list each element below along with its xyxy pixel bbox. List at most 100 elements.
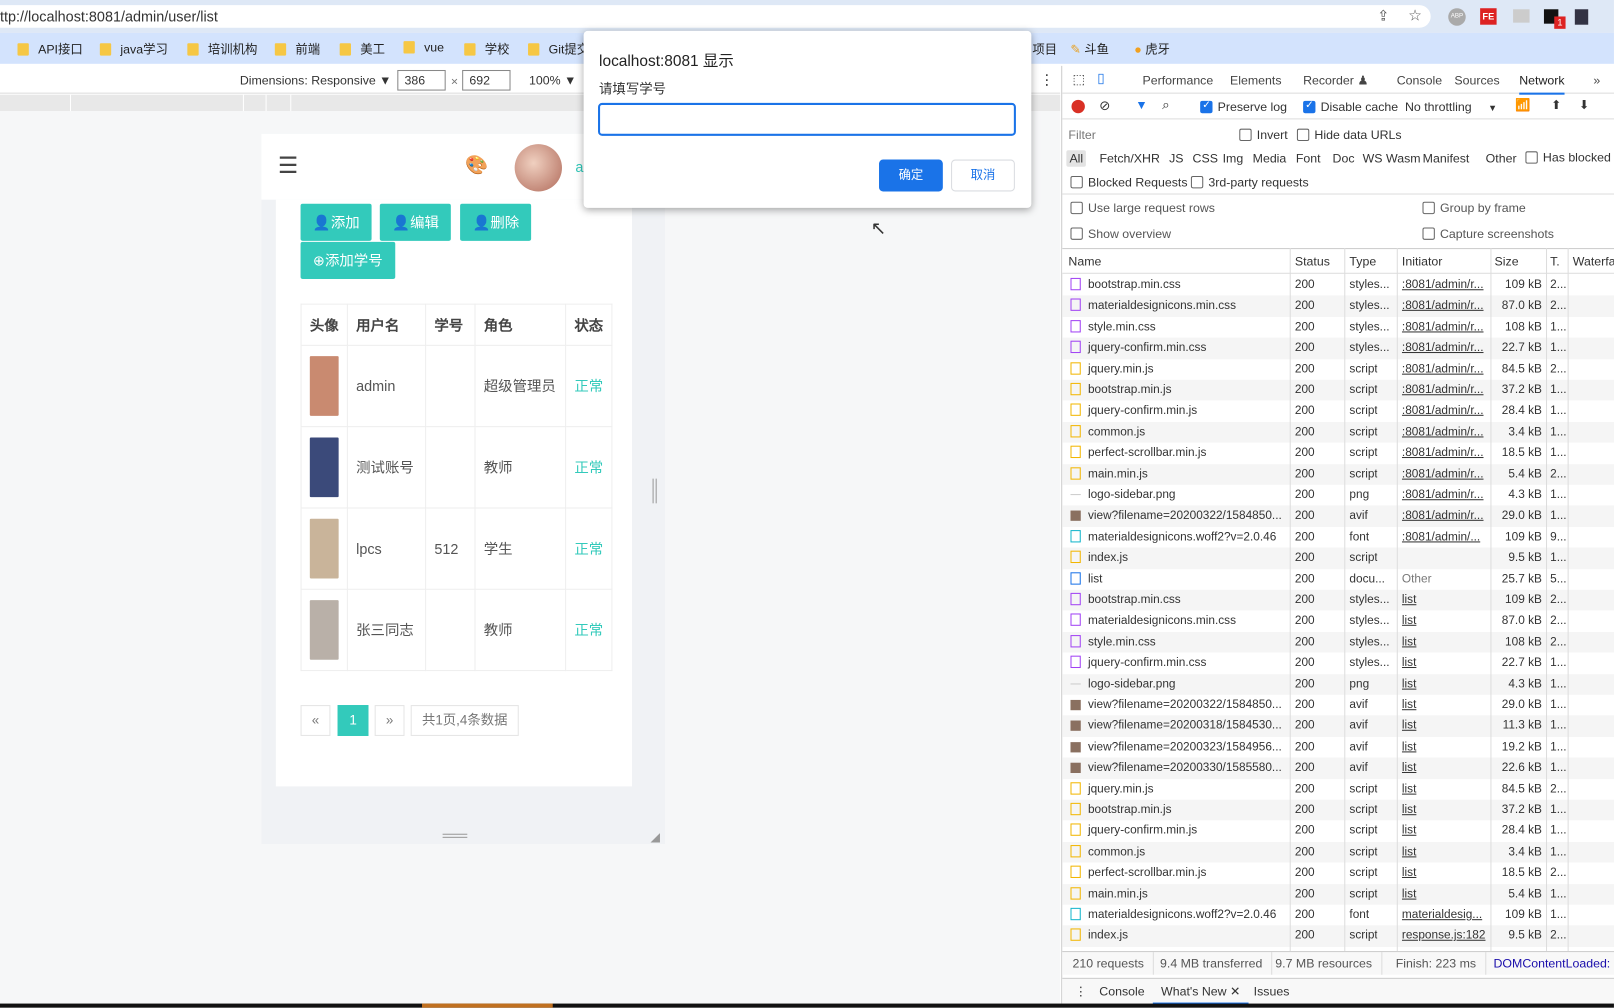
request-initiator[interactable]: :8081/admin/r... bbox=[1402, 422, 1488, 443]
col-name[interactable]: Name bbox=[1068, 254, 1101, 268]
clear-icon[interactable]: ⊘ bbox=[1099, 98, 1110, 114]
request-initiator[interactable]: :8081/admin/r... bbox=[1402, 401, 1488, 422]
request-initiator[interactable]: list bbox=[1402, 884, 1488, 905]
edit-button[interactable]: 👤编辑 bbox=[379, 203, 452, 241]
request-row[interactable]: style.min.css 200 styles... list 108 kB 2... bbox=[1062, 631, 1614, 653]
request-row[interactable]: jquery.min.js 200 script list 84.5 kB 2... bbox=[1062, 779, 1614, 800]
tab-recorder[interactable]: Recorder ♟ bbox=[1303, 73, 1368, 87]
request-initiator[interactable]: :8081/admin/r... bbox=[1402, 443, 1488, 464]
request-row[interactable]: bootstrap.min.js 200 script:8081/admin/r..… bbox=[1062, 379, 1614, 401]
request-row[interactable]: list 200 docu... Other 25.7 kB 5... bbox=[1062, 569, 1614, 590]
request-initiator[interactable]: list bbox=[1402, 674, 1488, 695]
request-row[interactable]: jquery.min.js 200 script:8081/admin/r... 84… bbox=[1062, 359, 1614, 380]
table-row[interactable]: 张三同志 教师 正常 bbox=[300, 588, 613, 672]
third-party-checkbox[interactable]: 3rd-party requests bbox=[1190, 175, 1309, 189]
checkbox[interactable] bbox=[1190, 176, 1204, 189]
request-initiator[interactable]: :8081/admin/... bbox=[1402, 527, 1488, 548]
request-initiator[interactable]: list bbox=[1402, 737, 1488, 758]
record-icon[interactable] bbox=[1071, 99, 1085, 114]
large-rows-checkbox[interactable]: Use large request rows bbox=[1070, 201, 1215, 215]
table-row[interactable]: lpcs 512 学生 正常 bbox=[300, 507, 613, 590]
checkbox[interactable] bbox=[1422, 227, 1435, 240]
request-row[interactable]: style.min.css 200 styles...:8081/admin/r..… bbox=[1062, 317, 1614, 338]
resize-handle-right[interactable] bbox=[652, 478, 657, 504]
drawer-menu-icon[interactable]: ⋮ bbox=[1075, 979, 1087, 1004]
request-row[interactable]: jquery-confirm.min.css 200 styles... list 22… bbox=[1062, 653, 1614, 674]
group-by-frame-checkbox[interactable]: Group by frame bbox=[1422, 201, 1526, 215]
type-filter-media[interactable]: Media bbox=[1250, 150, 1290, 166]
col-initiator[interactable]: Initiator bbox=[1402, 254, 1443, 268]
capture-screenshots-checkbox[interactable]: Capture screenshots bbox=[1422, 226, 1554, 241]
checkbox[interactable] bbox=[1525, 151, 1538, 164]
drawer-tab-whats-new[interactable]: What's New ✕ bbox=[1152, 979, 1249, 1005]
bookmark-folder[interactable]: API接口 bbox=[17, 40, 83, 57]
add-student-no-button[interactable]: ⊕添加学号 bbox=[300, 241, 395, 279]
search-icon[interactable]: ⌕ bbox=[1162, 97, 1169, 113]
request-row[interactable]: view?filename=20200318/1584530... 200 avif… bbox=[1062, 715, 1614, 737]
request-initiator[interactable]: :8081/admin/r... bbox=[1402, 338, 1488, 359]
request-initiator[interactable]: list bbox=[1402, 842, 1488, 863]
extension-icon[interactable] bbox=[1574, 9, 1589, 25]
more-tabs-icon[interactable]: » bbox=[1593, 73, 1600, 87]
request-row[interactable]: jquery-confirm.min.css 200 styles...:8081/… bbox=[1062, 337, 1614, 359]
type-filter-fetchxhr[interactable]: Fetch/XHR bbox=[1096, 150, 1163, 166]
share-icon[interactable]: ⇪ bbox=[1377, 7, 1389, 24]
inspect-icon[interactable]: ⬚ bbox=[1073, 71, 1086, 87]
col-waterfall[interactable]: Waterfall bbox=[1573, 254, 1614, 268]
bookmark-folder[interactable]: 学校 bbox=[464, 40, 510, 57]
tab-network[interactable]: Network bbox=[1519, 73, 1565, 95]
has-blocked-checkbox[interactable]: Has blocked c bbox=[1525, 150, 1614, 165]
request-row[interactable]: jquery-confirm.min.js 200 script list 28.4 k… bbox=[1062, 821, 1614, 842]
type-filter-ws[interactable]: WS bbox=[1359, 150, 1385, 166]
type-filter-img[interactable]: Img bbox=[1220, 150, 1247, 166]
device-width-input[interactable]: 386 bbox=[397, 69, 446, 91]
request-initiator[interactable]: list bbox=[1402, 590, 1488, 611]
tab-performance[interactable]: Performance bbox=[1143, 73, 1214, 87]
url-field[interactable]: ttp://localhost:8081/admin/user/list bbox=[0, 5, 1431, 28]
type-filter-other[interactable]: Other bbox=[1483, 150, 1520, 166]
checkbox[interactable] bbox=[1422, 201, 1435, 215]
col-t[interactable]: T. bbox=[1550, 254, 1560, 268]
request-row[interactable]: view?filename=20200323/1584956... 200 avif… bbox=[1062, 737, 1614, 758]
checkbox[interactable] bbox=[1200, 100, 1213, 114]
request-initiator[interactable]: :8081/admin/r... bbox=[1402, 275, 1488, 296]
request-row[interactable]: main.min.js 200 script:8081/admin/r... 5.4 … bbox=[1062, 463, 1614, 485]
request-row[interactable]: materialdesignicons.woff2?v=2.0.46 200 fon… bbox=[1062, 527, 1614, 548]
table-row[interactable]: admin 超级管理员 正常 bbox=[300, 344, 613, 428]
request-row[interactable]: view?filename=20200330/1585580... 200 avif… bbox=[1062, 757, 1614, 779]
request-initiator[interactable]: list bbox=[1402, 863, 1488, 884]
bookmark-item[interactable]: 项目 bbox=[1032, 40, 1057, 57]
bookmark-item[interactable]: ● 虎牙 bbox=[1134, 40, 1170, 57]
type-filter-manifest[interactable]: Manifest bbox=[1420, 150, 1473, 166]
col-type[interactable]: Type bbox=[1349, 254, 1376, 268]
add-button[interactable]: 👤添加 bbox=[300, 203, 373, 241]
request-initiator[interactable]: Other bbox=[1402, 569, 1488, 590]
dimensions-select[interactable]: Dimensions: Responsive ▼ bbox=[240, 73, 392, 87]
checkbox[interactable] bbox=[1296, 128, 1310, 142]
invert-checkbox[interactable]: Invert bbox=[1239, 128, 1288, 142]
more-options-icon[interactable]: ⋮ bbox=[1040, 71, 1054, 88]
show-overview-checkbox[interactable]: Show overview bbox=[1070, 226, 1171, 241]
request-row[interactable]: common.js 200 script:8081/admin/r... 3.4 kB… bbox=[1062, 421, 1614, 443]
type-filter-all[interactable]: All bbox=[1066, 150, 1087, 167]
request-row[interactable]: logo-sidebar.png 200 png list 4.3 kB 1... bbox=[1062, 673, 1614, 695]
request-initiator[interactable]: response.js:182 bbox=[1402, 926, 1488, 947]
checkbox[interactable] bbox=[1070, 227, 1083, 240]
filter-input[interactable]: Filter bbox=[1068, 128, 1228, 144]
device-toggle-icon[interactable]: ▯ bbox=[1097, 70, 1104, 86]
device-height-input[interactable]: 692 bbox=[462, 69, 511, 91]
request-initiator[interactable]: :8081/admin/r... bbox=[1402, 359, 1488, 380]
request-initiator[interactable]: list bbox=[1402, 611, 1488, 632]
download-icon[interactable]: ⬇ bbox=[1579, 98, 1589, 112]
delete-button[interactable]: 👤删除 bbox=[460, 203, 532, 241]
adblock-extension-icon[interactable]: ABP bbox=[1448, 8, 1466, 26]
blocked-requests-checkbox[interactable]: Blocked Requests bbox=[1070, 175, 1188, 189]
student-no-input[interactable] bbox=[598, 102, 1016, 136]
disable-cache-checkbox[interactable]: Disable cache bbox=[1303, 100, 1398, 114]
page-1-button[interactable]: 1 bbox=[337, 705, 369, 736]
status-4[interactable]: DOMContentLoaded: 217 bbox=[1494, 952, 1614, 975]
type-filter-wasm[interactable]: Wasm bbox=[1383, 150, 1424, 166]
star-icon[interactable]: ☆ bbox=[1408, 6, 1422, 24]
request-initiator[interactable]: list bbox=[1402, 716, 1488, 737]
checkbox[interactable] bbox=[1239, 128, 1252, 142]
